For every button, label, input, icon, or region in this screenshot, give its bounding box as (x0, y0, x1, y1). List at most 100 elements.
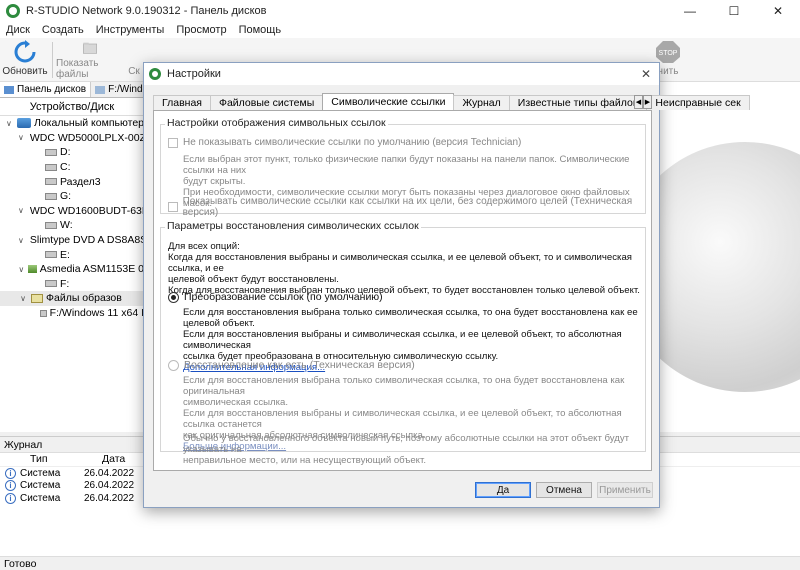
maximize-icon[interactable]: ☐ (712, 0, 756, 22)
drives-panel: Панель дисков F:/Windo Устройство/Диск ∨… (0, 82, 154, 432)
tree-item-label: E: (60, 248, 70, 261)
restore-as-is-radio[interactable]: Восстановление как есть (Техническая вер… (168, 359, 415, 371)
image-files-icon (31, 293, 43, 303)
dialog-close-icon[interactable]: ✕ (641, 67, 651, 81)
partition-icon (45, 163, 57, 171)
tree-item[interactable]: ∨ WDC WD5000LPLX-00Z (0, 131, 146, 146)
info-icon: i (5, 492, 16, 504)
ok-button[interactable]: Да (475, 482, 531, 498)
chevron-down-icon[interactable]: ∨ (4, 119, 14, 128)
tree-item-label: C: (60, 161, 71, 174)
settings-dialog: Настройки ✕ Главная Файловые системы Сим… (143, 62, 750, 508)
dialog-titlebar: Настройки ✕ (144, 63, 659, 85)
window-titlebar: R-STUDIO Network 9.0.190312 - Панель дис… (0, 0, 800, 22)
partition-icon (45, 221, 57, 229)
tree-item[interactable]: Раздел3 (0, 174, 144, 189)
hide-symlinks-checkbox[interactable]: Не показывать символические ссылки по ум… (168, 137, 521, 148)
recovery-params-title: Параметры восстановления символических с… (165, 220, 421, 232)
convert-links-radio[interactable]: Преобразование ссылок (по умолчанию) (168, 291, 383, 303)
drives-tab-icon (4, 85, 14, 94)
restore-as-is-desc-1: Если для восстановления выбрана только с… (183, 375, 625, 397)
tree-item[interactable]: ∨ Локальный компьютер (0, 116, 144, 131)
show-as-links-checkbox[interactable]: Показывать символические ссылки как ссыл… (168, 196, 645, 218)
recovery-intro-3: целевой объект будут восстановлены. (168, 274, 339, 285)
refresh-label: Обновить (2, 66, 48, 77)
log-type: Система (20, 480, 61, 492)
tree-item-label: Asmedia ASM1153E 0 (39, 263, 144, 276)
path-note-2: неправильное место, или на несуществующи… (183, 455, 426, 466)
tab-bad-sectors[interactable]: Неисправные сек (646, 95, 750, 110)
menu-help[interactable]: Помощь (233, 24, 288, 36)
log-date: 26.04.2022 (84, 480, 135, 492)
chevron-down-icon[interactable]: ∨ (18, 206, 24, 215)
tree-item-label: G: (60, 190, 72, 203)
close-window-icon[interactable]: ✕ (756, 0, 800, 22)
path-note-1: Обычно у восстановленного объекта новый … (183, 433, 630, 455)
log-col-type[interactable]: Тип (0, 453, 70, 466)
recovery-intro-1: Для всех опций: (168, 241, 240, 252)
hide-symlinks-label: Не показывать символические ссылки по ум… (183, 137, 522, 148)
menu-tools[interactable]: Инструменты (90, 24, 171, 36)
tree-item[interactable]: ∨ WDC WD1600BUDT-63D (0, 204, 149, 219)
scan-button[interactable]: Ск (126, 40, 142, 80)
recovery-intro: Для всех опций: Когда для восстановления… (168, 241, 643, 296)
tree-item[interactable]: W: (0, 218, 144, 233)
menu-create[interactable]: Создать (36, 24, 90, 36)
show-files-button[interactable]: Показать файлы (56, 40, 124, 80)
tab-known-file-types[interactable]: Известные типы файлов (508, 95, 648, 110)
tab-drives-panel[interactable]: Панель дисков (0, 82, 92, 97)
tab-file-systems[interactable]: Файловые системы (209, 95, 324, 110)
log-col-date[interactable]: Дата (70, 453, 150, 466)
menu-disk[interactable]: Диск (0, 24, 36, 36)
tree-item[interactable]: G: (0, 189, 144, 204)
tab-general[interactable]: Главная (153, 95, 211, 110)
computer-icon (16, 118, 31, 129)
chevron-down-icon[interactable]: ∨ (18, 236, 24, 245)
partition-icon (45, 280, 57, 288)
refresh-icon (14, 40, 36, 63)
tree-item[interactable]: F:/Windows 11 x64 I (0, 306, 144, 321)
refresh-button[interactable]: Обновить (2, 40, 48, 80)
restore-as-is-desc-3: Если для восстановления выбраны и символ… (183, 408, 622, 430)
device-column-header[interactable]: Устройство/Диск (0, 98, 144, 116)
tab-scroll-right-icon[interactable]: ▶ (643, 95, 652, 109)
restore-as-is-label: Восстановление как есть (Техническая вер… (184, 359, 415, 371)
show-as-links-box[interactable] (168, 202, 178, 212)
convert-links-radio-dot[interactable] (168, 291, 179, 303)
hide-symlinks-box[interactable] (168, 137, 178, 148)
apply-button[interactable]: Применить (597, 482, 653, 498)
restore-as-is-radio-dot[interactable] (168, 359, 179, 371)
cancel-button[interactable]: Отмена (536, 482, 592, 498)
tree-item[interactable]: ∨ Asmedia ASM1153E 0 (0, 262, 144, 277)
partition-icon (45, 192, 57, 200)
tree-item[interactable]: F: (0, 277, 144, 292)
log-date: 26.04.2022 (84, 467, 135, 479)
show-as-links-label: Показывать символические ссылки как ссыл… (182, 196, 633, 218)
tree-item[interactable]: ∨ Файлы образов (0, 291, 144, 306)
dialog-app-icon (149, 68, 161, 80)
chevron-down-icon[interactable]: ∨ (18, 133, 24, 142)
partition-icon (45, 178, 57, 186)
tab-symbolic-links[interactable]: Символические ссылки (322, 93, 455, 110)
scan-label: Ск (128, 66, 140, 77)
hide-symlinks-desc-2: будут скрыты. (183, 176, 246, 187)
info-icon: i (5, 467, 16, 479)
partition-icon (39, 309, 47, 317)
folder-icon (83, 42, 97, 54)
minimize-icon[interactable]: — (668, 0, 712, 22)
tree-item[interactable]: ∨ Slimtype DVD A DS8A8S (0, 233, 147, 248)
tab-scroll-left-icon[interactable]: ◀ (634, 95, 643, 109)
chevron-down-icon[interactable]: ∨ (18, 265, 25, 274)
image-tab-icon (95, 85, 106, 94)
chevron-down-icon[interactable]: ∨ (18, 294, 28, 303)
menu-view[interactable]: Просмотр (170, 24, 232, 36)
tree-item[interactable]: D: (0, 145, 144, 160)
tree-item-label: WDC WD5000LPLX-00Z (29, 131, 146, 144)
display-settings-group: Настройки отображения символьных ссылок … (160, 117, 646, 218)
tree-item[interactable]: C: (0, 160, 144, 175)
path-note: Обычно у восстановленного объекта новый … (183, 433, 645, 466)
tab-scroll-buttons: ◀ ▶ (634, 95, 652, 109)
tree-item[interactable]: E: (0, 247, 144, 262)
tab-log[interactable]: Журнал (453, 95, 510, 110)
tree-item-label: F:/Windows 11 x64 I (49, 307, 144, 320)
